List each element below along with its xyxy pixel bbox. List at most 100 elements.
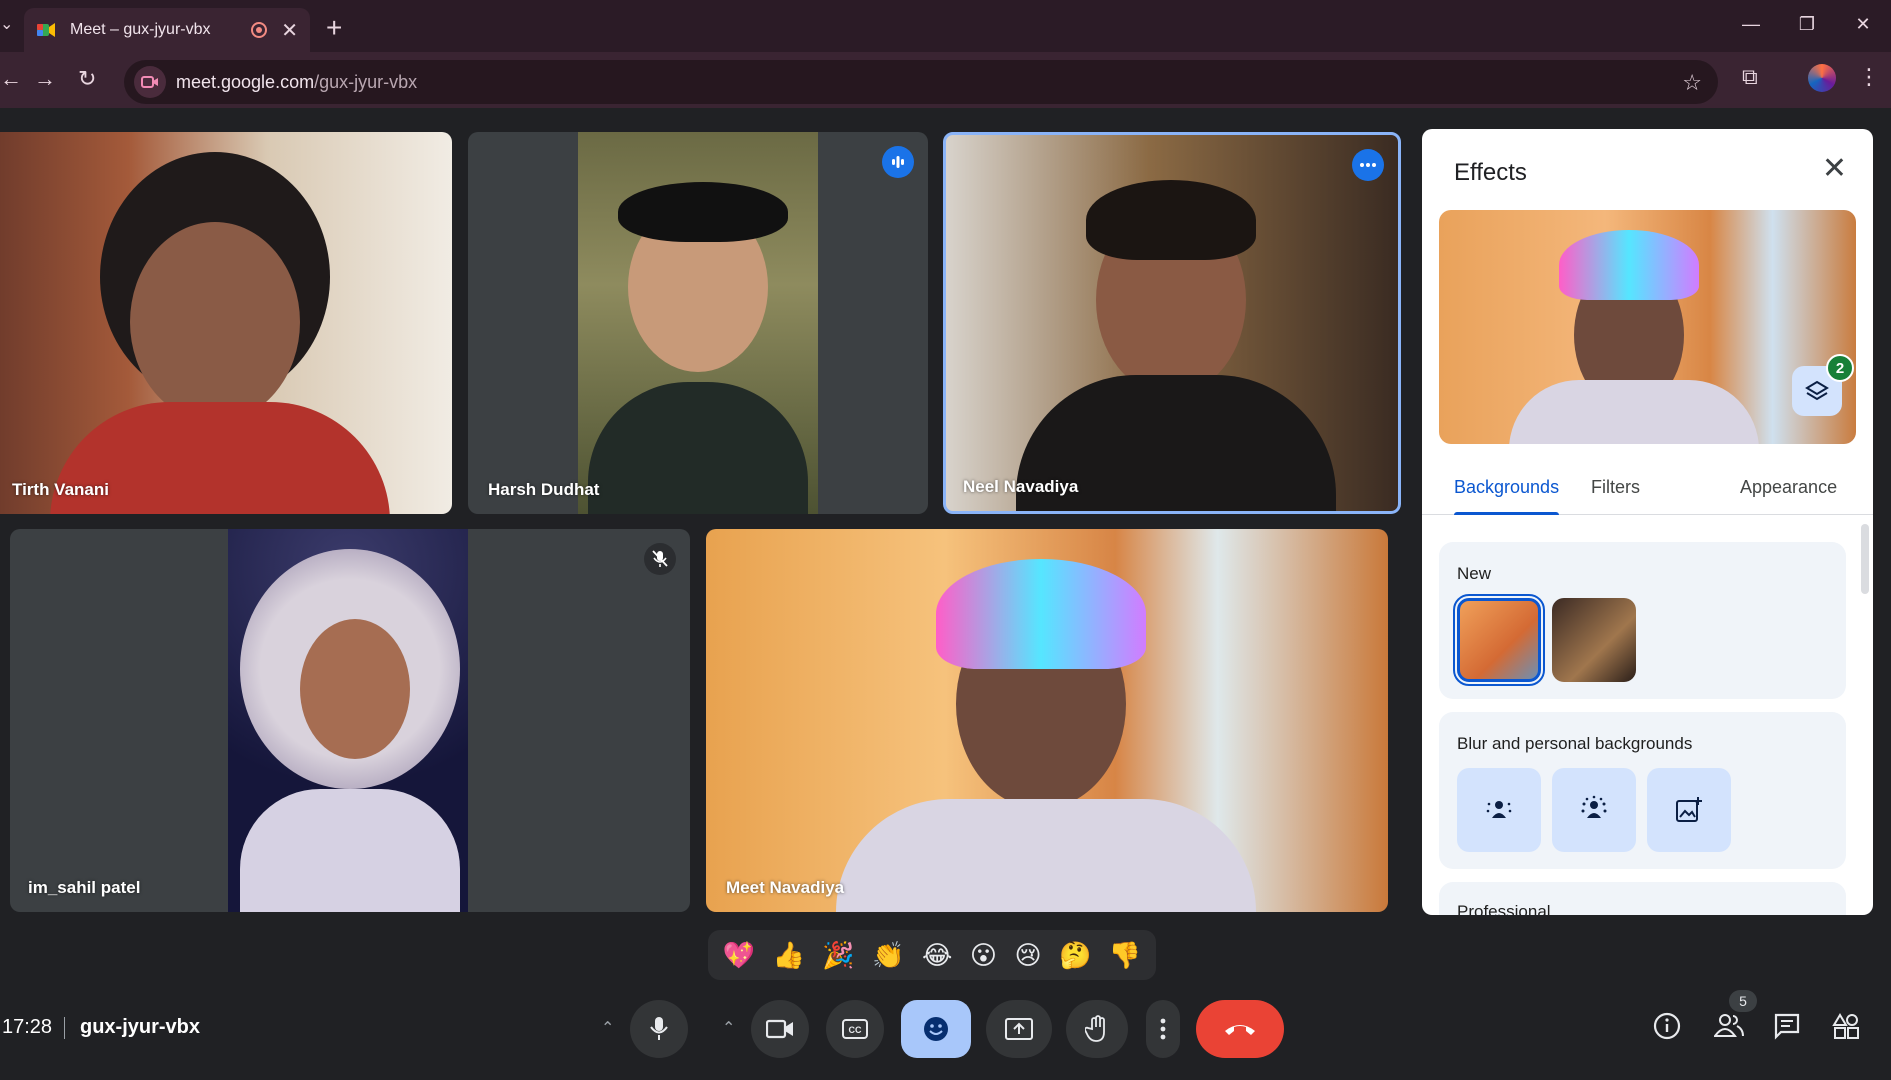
tab-filters[interactable]: Filters — [1591, 477, 1640, 498]
background-thumbnail[interactable] — [1552, 598, 1636, 682]
background-thumbnail-selected[interactable] — [1453, 594, 1545, 686]
bookmark-star-icon[interactable]: ☆ — [1682, 70, 1702, 96]
full-blur-button[interactable] — [1552, 768, 1636, 852]
leave-call-button[interactable] — [1196, 1000, 1284, 1058]
videocam-icon — [766, 1019, 793, 1039]
participant-face — [300, 619, 410, 759]
present-to-all-icon — [1005, 1018, 1033, 1040]
svg-text:CC: CC — [849, 1025, 862, 1035]
chat-icon — [1774, 1013, 1800, 1040]
meeting-code: gux-jyur-vbx — [80, 1016, 201, 1038]
reaction-thumbs-up[interactable]: 👍 — [773, 940, 805, 971]
info-icon — [1653, 1012, 1681, 1040]
participant-tile[interactable]: Meet Navadiya — [706, 529, 1388, 912]
shapes-icon — [1832, 1013, 1859, 1039]
reaction-party-popper[interactable]: 🎉 — [822, 940, 854, 971]
add-photo-icon — [1676, 797, 1702, 822]
section-heading: New — [1457, 564, 1492, 583]
effects-scrollbar[interactable] — [1861, 524, 1869, 594]
close-tab-icon[interactable]: ✕ — [281, 18, 298, 43]
new-tab-button[interactable]: + — [326, 12, 342, 44]
close-window-icon[interactable]: ✕ — [1835, 0, 1891, 48]
more-options-button[interactable] — [1352, 149, 1384, 181]
participant-tile[interactable]: Tirth Vanani — [0, 132, 452, 514]
participant-name: Meet Navadiya — [726, 878, 845, 897]
layers-icon — [1805, 380, 1829, 401]
meeting-details-button[interactable] — [1653, 1012, 1681, 1045]
reaction-thinking[interactable]: 🤔 — [1059, 940, 1091, 971]
astronaut-suit — [240, 789, 460, 912]
window-controls: — ❐ ✕ — [1723, 0, 1891, 48]
audio-options-chevron-icon[interactable]: ⌃ — [601, 1018, 614, 1038]
reaction-sad[interactable]: 😢 — [1014, 940, 1041, 971]
more-horiz-icon — [1360, 163, 1376, 167]
camera-button[interactable] — [751, 1000, 809, 1058]
effects-button[interactable] — [901, 1000, 971, 1058]
recording-indicator-icon — [251, 22, 268, 38]
applied-effects-button[interactable]: 2 — [1792, 354, 1854, 416]
browser-tab[interactable]: Meet – gux-jyur-vbx ✕ — [24, 8, 310, 52]
participant-tile[interactable]: Harsh Dudhat — [468, 132, 928, 514]
back-icon[interactable]: ← — [0, 66, 22, 92]
present-screen-button[interactable] — [986, 1000, 1052, 1058]
raise-hand-button[interactable] — [1066, 1000, 1128, 1058]
effects-preview: 2 — [1439, 210, 1856, 444]
video-options-chevron-icon[interactable]: ⌃ — [722, 1018, 735, 1038]
people-count-badge: 5 — [1729, 990, 1757, 1012]
participant-tile[interactable]: Neel Navadiya — [943, 132, 1401, 514]
tab-backgrounds[interactable]: Backgrounds — [1454, 477, 1559, 498]
preview-cap — [1559, 230, 1699, 300]
muted-indicator — [644, 543, 676, 575]
close-effects-icon[interactable]: ✕ — [1822, 151, 1847, 186]
participant-shirt — [836, 799, 1256, 912]
tab-appearance[interactable]: Appearance — [1740, 477, 1837, 498]
minimize-icon[interactable]: — — [1723, 0, 1779, 48]
reaction-thumbs-down[interactable]: 👎 — [1109, 940, 1141, 971]
forward-icon[interactable]: → — [34, 66, 56, 92]
call-end-icon — [1225, 1025, 1255, 1035]
microphone-button[interactable] — [630, 1000, 688, 1058]
address-bar[interactable]: meet.google.com/gux-jyur-vbx ☆ — [124, 60, 1718, 104]
chat-button[interactable] — [1773, 1012, 1801, 1045]
more-options-button[interactable] — [1146, 1000, 1180, 1058]
restore-icon[interactable]: ❐ — [1779, 0, 1835, 48]
closed-captions-icon: CC — [842, 1019, 868, 1039]
tab-search-chevron-icon[interactable]: ⌄ — [0, 14, 13, 34]
mic-off-icon — [652, 550, 668, 567]
more-vert-icon — [1160, 1018, 1166, 1040]
upload-background-button[interactable] — [1647, 768, 1731, 852]
url-text: meet.google.com/gux-jyur-vbx — [176, 71, 418, 92]
blur-person-heavy-icon — [1581, 795, 1607, 818]
slight-blur-button[interactable] — [1457, 768, 1541, 852]
reaction-clapping[interactable]: 👏 — [872, 940, 904, 971]
browser-menu-icon[interactable]: ⋮ — [1858, 64, 1880, 90]
participant-tile[interactable]: im_sahil patel — [10, 529, 690, 912]
participant-face — [130, 222, 300, 422]
reaction-surprised[interactable]: 😮 — [970, 940, 997, 971]
section-heading: Blur and personal backgrounds — [1457, 734, 1693, 753]
effects-count-badge: 2 — [1826, 354, 1854, 382]
blur-backgrounds-section: Blur and personal backgrounds — [1439, 712, 1846, 869]
participant-hair — [1086, 180, 1256, 260]
activities-button[interactable] — [1832, 1012, 1860, 1045]
participant-name: Harsh Dudhat — [488, 480, 600, 499]
effects-panel: Effects ✕ 2 Backgrounds Filters Appearan… — [1422, 129, 1873, 915]
preview-shirt — [1509, 380, 1759, 444]
people-icon — [1713, 1014, 1744, 1037]
profile-avatar[interactable] — [1808, 64, 1836, 92]
blur-person-icon — [1486, 801, 1512, 818]
hand-icon — [1085, 1015, 1105, 1042]
meeting-time: 17:28 — [2, 1016, 53, 1038]
reload-icon[interactable]: ↻ — [78, 66, 96, 92]
extensions-puzzle-icon[interactable]: ⧉ — [1742, 64, 1758, 90]
reaction-sparkling-heart[interactable]: 💖 — [723, 940, 755, 971]
captions-button[interactable]: CC — [826, 1000, 884, 1058]
reaction-joy[interactable]: 😂 — [922, 940, 952, 971]
audio-level-icon — [892, 156, 904, 168]
active-tab-indicator — [1454, 512, 1559, 515]
section-heading: Professional — [1457, 902, 1551, 915]
people-button[interactable] — [1713, 1012, 1744, 1043]
camera-site-icon[interactable] — [134, 66, 166, 98]
effects-title: Effects — [1454, 159, 1527, 186]
emoji-smile-icon — [924, 1017, 948, 1041]
